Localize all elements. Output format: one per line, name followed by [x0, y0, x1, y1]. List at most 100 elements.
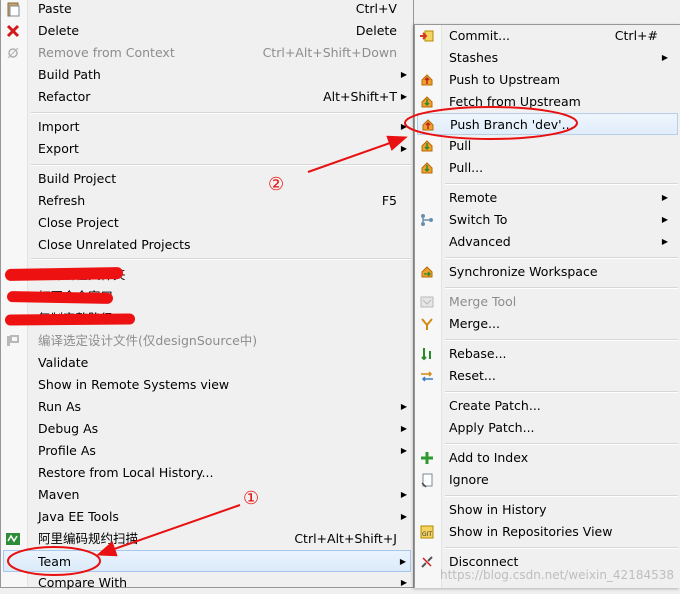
add-index-icon [419, 450, 435, 466]
submenu-arrow-icon: ▶ [400, 446, 407, 455]
menu-item-delete[interactable]: Delete Delete [1, 20, 413, 42]
menu-item-redacted-1[interactable]: 打开所在文件夹 [1, 264, 413, 286]
menu-item-apply-patch[interactable]: Apply Patch... [415, 417, 680, 439]
menu-separator [445, 443, 678, 445]
menu-item-import[interactable]: Import ▶ [1, 116, 413, 138]
git-repo-icon: GIT [419, 524, 435, 540]
synchronize-icon [419, 264, 435, 280]
menu-item-add-to-index[interactable]: Add to Index [415, 447, 680, 469]
submenu-arrow-icon: ▶ [661, 215, 668, 224]
menu-item-build-project[interactable]: Build Project [1, 168, 413, 190]
menu-item-validate[interactable]: Validate [1, 352, 413, 374]
menu-item-refactor[interactable]: Refactor Alt+Shift+T ▶ [1, 86, 413, 108]
menu-item-refresh[interactable]: Refresh F5 [1, 190, 413, 212]
menu-item-remote[interactable]: Remote ▶ [415, 187, 680, 209]
menu-item-redacted-2[interactable]: 打开命令窗口 [1, 286, 413, 308]
redaction-mark [6, 291, 114, 304]
menu-item-advanced[interactable]: Advanced ▶ [415, 231, 680, 253]
code-scan-icon [5, 531, 21, 547]
menu-item-push-to-upstream[interactable]: Push to Upstream [415, 69, 680, 91]
menu-item-java-ee-tools[interactable]: Java EE Tools ▶ [1, 506, 413, 528]
menu-separator [445, 495, 678, 497]
redaction-mark [4, 313, 136, 326]
menu-item-paste[interactable]: Paste Ctrl+V [1, 0, 413, 20]
merge-icon [419, 316, 435, 332]
push-upstream-icon [419, 72, 435, 88]
submenu-arrow-icon: ▶ [661, 53, 668, 62]
menu-item-compare-with[interactable]: Compare With ▶ [1, 572, 413, 594]
paste-icon [5, 1, 21, 17]
menu-item-code-scan[interactable]: 阿里编码规约扫描 Ctrl+Alt+Shift+J [1, 528, 413, 550]
menu-item-commit[interactable]: Commit... Ctrl+# [415, 25, 680, 47]
menu-item-close-unrelated-projects[interactable]: Close Unrelated Projects [1, 234, 413, 256]
submenu-arrow-icon: ▶ [661, 193, 668, 202]
submenu-arrow-icon: ▶ [400, 578, 407, 587]
delete-icon [5, 23, 21, 39]
menu-separator [445, 391, 678, 393]
menu-item-compile-design[interactable]: 编译选定设计文件(仅designSource中) [1, 330, 413, 352]
menu-item-build-path[interactable]: Build Path ▶ [1, 64, 413, 86]
menu-item-profile-as[interactable]: Profile As ▶ [1, 440, 413, 462]
menu-separator [31, 112, 411, 114]
pull-dialog-icon [419, 160, 435, 176]
submenu-arrow-icon: ▶ [399, 557, 406, 566]
menu-item-restore-local-history[interactable]: Restore from Local History... [1, 462, 413, 484]
menu-item-synchronize-workspace[interactable]: Synchronize Workspace [415, 261, 680, 283]
menu-separator [445, 287, 678, 289]
menu-separator [31, 164, 411, 166]
menu-item-pull[interactable]: Pull [415, 135, 680, 157]
redaction-mark [4, 266, 124, 282]
fetch-upstream-icon [419, 94, 435, 110]
menu-item-create-patch[interactable]: Create Patch... [415, 395, 680, 417]
menu-separator [445, 183, 678, 185]
menu-item-ignore[interactable]: Ignore [415, 469, 680, 491]
submenu-arrow-icon: ▶ [400, 402, 407, 411]
menu-separator [445, 339, 678, 341]
menu-item-debug-as[interactable]: Debug As ▶ [1, 418, 413, 440]
menu-item-show-in-repositories[interactable]: GIT Show in Repositories View [415, 521, 680, 543]
reset-icon [419, 368, 435, 384]
submenu-arrow-icon: ▶ [400, 122, 407, 131]
menu-item-reset[interactable]: Reset... [415, 365, 680, 387]
pull-icon [419, 138, 435, 154]
menu-separator [31, 258, 411, 260]
project-context-menu: Paste Ctrl+V Delete Delete Remove from C… [0, 0, 414, 590]
menu-item-merge[interactable]: Merge... [415, 313, 680, 335]
menu-item-merge-tool[interactable]: Merge Tool [415, 291, 680, 313]
menu-item-show-remote-systems[interactable]: Show in Remote Systems view [1, 374, 413, 396]
menu-item-close-project[interactable]: Close Project [1, 212, 413, 234]
menu-item-show-in-history[interactable]: Show in History [415, 499, 680, 521]
submenu-arrow-icon: ▶ [400, 70, 407, 79]
menu-item-team[interactable]: Team ▶ [3, 550, 411, 572]
push-branch-icon [420, 117, 436, 133]
menu-item-run-as[interactable]: Run As ▶ [1, 396, 413, 418]
switch-branch-icon [419, 212, 435, 228]
submenu-arrow-icon: ▶ [400, 92, 407, 101]
compile-design-icon [5, 333, 21, 349]
submenu-arrow-icon: ▶ [400, 512, 407, 521]
menu-item-maven[interactable]: Maven ▶ [1, 484, 413, 506]
remove-context-icon [5, 45, 21, 61]
rebase-icon [419, 346, 435, 362]
menu-item-redacted-3[interactable]: 复制完整路径 [1, 308, 413, 330]
team-submenu: Commit... Ctrl+# Stashes ▶ Push to Upstr… [414, 24, 680, 588]
menu-item-pull-dialog[interactable]: Pull... [415, 157, 680, 179]
commit-icon [419, 28, 435, 44]
menu-item-switch-to[interactable]: Switch To ▶ [415, 209, 680, 231]
submenu-arrow-icon: ▶ [661, 237, 668, 246]
merge-tool-icon [419, 294, 435, 310]
menu-item-export[interactable]: Export ▶ [1, 138, 413, 160]
submenu-arrow-icon: ▶ [400, 144, 407, 153]
menu-item-push-branch-dev[interactable]: Push Branch 'dev'... [417, 113, 678, 135]
submenu-arrow-icon: ▶ [400, 424, 407, 433]
ignore-icon [419, 472, 435, 488]
menu-separator [445, 547, 678, 549]
menu-item-stashes[interactable]: Stashes ▶ [415, 47, 680, 69]
watermark: https://blog.csdn.net/weixin_42184538 [439, 568, 674, 582]
menu-item-fetch-from-upstream[interactable]: Fetch from Upstream [415, 91, 680, 113]
submenu-arrow-icon: ▶ [400, 490, 407, 499]
menu-item-rebase[interactable]: Rebase... [415, 343, 680, 365]
menu-item-remove-from-context[interactable]: Remove from Context Ctrl+Alt+Shift+Down [1, 42, 413, 64]
svg-text:GIT: GIT [422, 531, 432, 538]
disconnect-icon [419, 554, 435, 570]
